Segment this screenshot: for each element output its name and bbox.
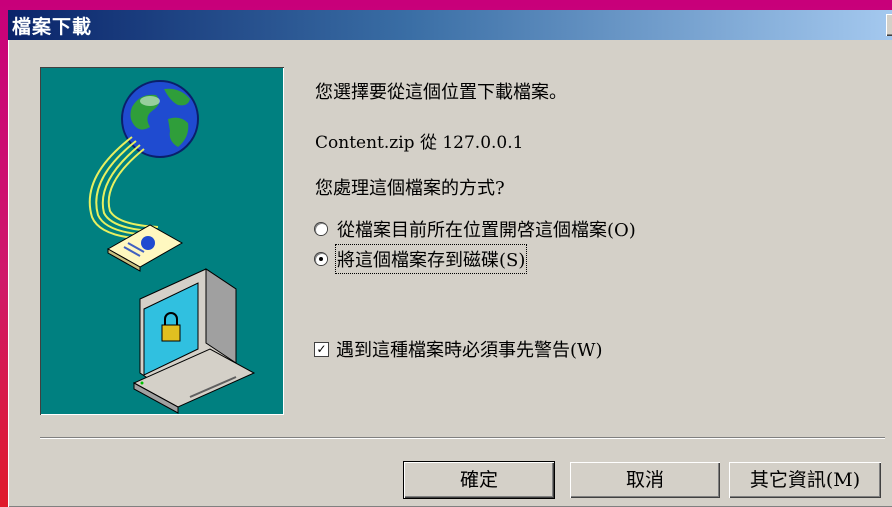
source-message: Content.zip 從 127.0.0.1 [315, 133, 524, 153]
open-from-location-label: 從檔案目前所在位置開啓這個檔案(O) [337, 220, 636, 241]
ok-button[interactable]: 確定 [404, 462, 554, 498]
save-to-disk-option[interactable]: 將這個檔案存到磁碟(S) [315, 244, 528, 274]
file-download-dialog: 檔案下載 × [8, 10, 892, 507]
title-bar[interactable]: 檔案下載 × [8, 10, 892, 40]
cancel-button[interactable]: 取消 [570, 462, 720, 498]
download-computer-globe-icon [88, 80, 256, 414]
desktop: 檔案下載 × [0, 0, 892, 507]
more-info-button[interactable]: 其它資訊(M) [729, 462, 881, 498]
close-button[interactable]: × [886, 14, 892, 36]
intro-message: 您選擇要從這個位置下載檔案。 [315, 82, 567, 103]
download-illustration [40, 67, 284, 415]
window-title: 檔案下載 [12, 15, 93, 38]
divider [40, 437, 885, 439]
save-to-disk-radio[interactable] [315, 253, 327, 265]
open-from-location-radio[interactable] [315, 223, 327, 235]
always-ask-checkbox[interactable]: ✓ [315, 342, 328, 356]
save-to-disk-label: 將這個檔案存到磁碟(S) [334, 244, 528, 274]
question-label: 您處理這個檔案的方式? [315, 178, 505, 199]
open-from-location-option[interactable]: 從檔案目前所在位置開啓這個檔案(O) [315, 216, 636, 242]
always-ask-label: 遇到這種檔案時必須事先警告(W) [336, 340, 603, 361]
always-ask-option[interactable]: ✓ 遇到這種檔案時必須事先警告(W) [315, 336, 603, 362]
